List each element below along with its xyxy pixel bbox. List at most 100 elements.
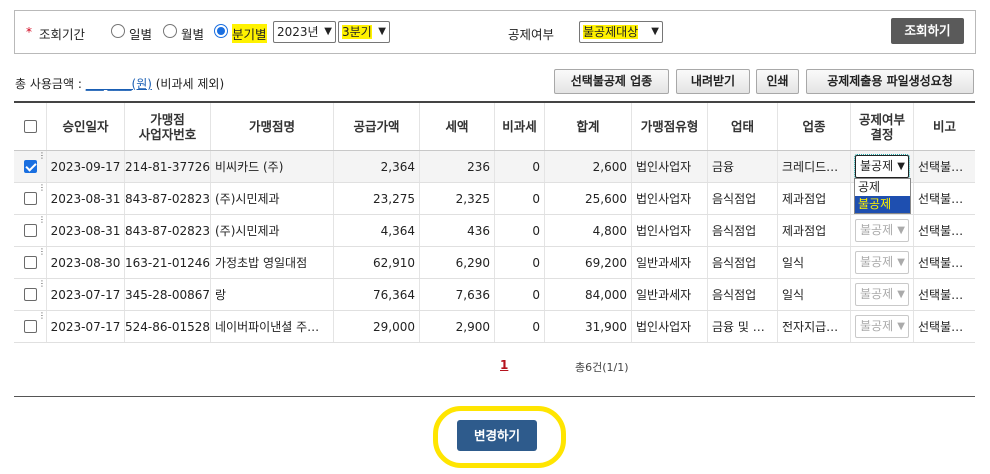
row-name: 가정초밥 영일대점 — [215, 255, 308, 270]
decision-select[interactable]: 불공제 ▼ — [855, 251, 909, 274]
row-tax: 436 — [467, 223, 490, 238]
row-checkbox[interactable] — [23, 192, 37, 205]
row-supply: 2,364 — [380, 159, 415, 174]
row-date-cell: 2023-08-31 — [47, 215, 125, 246]
row-note-cell: 선택불공제 — [914, 151, 975, 182]
row-tax-cell: 436 — [420, 215, 495, 246]
row-category-cell: 전자지급결제 — [778, 311, 851, 342]
row-date-cell: 2023-09-17 — [47, 151, 125, 182]
decision-select-value: 불공제 — [860, 255, 894, 269]
table-row[interactable]: ⋮ 2023-08-31 843-87-02823 (주)시민제과 23,275 2,32… — [14, 183, 975, 215]
download-button[interactable]: 내려받기 — [676, 69, 750, 94]
search-panel: * 조회기간 일별 월별 분기별 2023년 ▼ 3분기 ▼ 공제여부 불공제대… — [14, 10, 976, 54]
row-category-cell: 제과점업 — [778, 183, 851, 214]
row-name-cell: 가정초밥 영일대점 — [211, 247, 334, 278]
row-handle-icon: ⋮ — [38, 215, 46, 224]
table-header: 승인일자 가맹점 사업자번호 가맹점명 공급가액 세액 비과세 합계 가맹점유형… — [14, 103, 975, 151]
row-checkbox[interactable] — [23, 160, 37, 173]
row-category-cell: 크레디드카드 — [778, 151, 851, 182]
record-count: 총6건(1/1) — [575, 361, 629, 374]
row-date-cell: 2023-08-31 — [47, 183, 125, 214]
select-nondeduct-category-button[interactable]: 선택불공제 업종 — [554, 69, 669, 94]
create-submission-file-button[interactable]: 공제제출용 파일생성요청 — [806, 69, 974, 94]
row-note-cell: 선택불공제 — [914, 183, 975, 214]
radio-monthly[interactable] — [163, 24, 177, 38]
total-amount-prefix: 총 사용금액 : — [15, 77, 82, 91]
row-select-cell: ⋮ — [14, 215, 47, 246]
print-button[interactable]: 인쇄 — [756, 69, 799, 94]
select-all-checkbox[interactable] — [23, 120, 37, 133]
radio-quarterly-label[interactable]: 분기별 — [232, 24, 267, 43]
table-row[interactable]: ⋮ 2023-08-31 843-87-02823 (주)시민제과 4,364 436 0 4… — [14, 215, 975, 247]
row-type-cell: 법인사업자 — [632, 311, 708, 342]
radio-monthly-label[interactable]: 월별 — [181, 24, 204, 43]
decision-select-value: 불공제 — [860, 319, 894, 333]
row-note-cell: 선택불공제 — [914, 311, 975, 342]
row-supply: 76,364 — [373, 287, 415, 302]
row-biz-no-cell: 163-21-01246 — [125, 247, 211, 278]
row-checkbox[interactable] — [23, 256, 37, 269]
row-total-cell: 25,600 — [545, 183, 632, 214]
row-biz-type: 음식점업 — [712, 255, 757, 270]
row-biz-type: 금융 — [712, 159, 735, 174]
header-biz-type: 업태 — [708, 103, 778, 150]
row-checkbox[interactable] — [23, 288, 37, 301]
row-category-cell: 일식 — [778, 279, 851, 310]
row-biz-no: 843-87-02823 — [125, 223, 211, 238]
row-biz-no: 843-87-02823 — [125, 191, 211, 206]
dropdown-option-nondeduct[interactable]: 불공제 — [855, 196, 910, 213]
row-tax: 2,900 — [455, 319, 490, 334]
row-tax: 2,325 — [455, 191, 490, 206]
table-row[interactable]: ⋮ 2023-09-17 214-81-37726 비씨카드 (주) 2,364 236 0… — [14, 151, 975, 183]
header-total: 합계 — [545, 103, 632, 150]
row-biz-type-cell: 음식점업 — [708, 279, 778, 310]
decision-select[interactable]: 불공제 ▼ — [855, 315, 909, 338]
row-select-cell: ⋮ — [14, 311, 47, 342]
quarter-select[interactable]: 3분기 ▼ — [338, 21, 390, 43]
row-nontax: 0 — [532, 223, 540, 238]
dropdown-option-deduct[interactable]: 공제 — [855, 179, 910, 196]
row-total: 69,200 — [585, 255, 627, 270]
quarter-select-value: 3분기 — [342, 25, 372, 39]
bottom-divider — [14, 396, 975, 397]
radio-daily-label[interactable]: 일별 — [129, 24, 152, 43]
row-name: 랑 — [215, 287, 227, 302]
row-category: 전자지급결제 — [782, 319, 846, 334]
year-select[interactable]: 2023년 ▼ — [273, 21, 336, 43]
row-biz-type: 금융 및 보험업 — [712, 319, 773, 334]
row-biz-no-cell: 843-87-02823 — [125, 215, 211, 246]
row-biz-no: 524-86-01528 — [125, 319, 211, 334]
row-select-cell: ⋮ — [14, 279, 47, 310]
radio-daily[interactable] — [111, 24, 125, 38]
deduction-select[interactable]: 불공제대상 ▼ — [579, 21, 663, 43]
row-type: 일반과세자 — [636, 255, 692, 270]
header-biz-no: 가맹점 사업자번호 — [125, 103, 211, 150]
row-date: 2023-08-31 — [50, 191, 121, 206]
table-row[interactable]: ⋮ 2023-07-17 345-28-00867 랑 76,364 7,636 0 84,0… — [14, 279, 975, 311]
row-nontax-cell: 0 — [495, 215, 545, 246]
table-row[interactable]: ⋮ 2023-08-30 163-21-01246 가정초밥 영일대점 62,910 6,… — [14, 247, 975, 279]
row-total: 31,900 — [585, 319, 627, 334]
row-checkbox[interactable] — [23, 320, 37, 333]
decision-select[interactable]: 불공제 ▼ — [855, 219, 909, 242]
row-checkbox[interactable] — [23, 224, 37, 237]
row-tax-cell: 7,636 — [420, 279, 495, 310]
row-total: 2,600 — [592, 159, 627, 174]
radio-quarterly[interactable] — [214, 24, 228, 38]
decision-select[interactable]: 불공제 ▼ — [855, 283, 909, 306]
row-total-cell: 69,200 — [545, 247, 632, 278]
row-nontax-cell: 0 — [495, 311, 545, 342]
decision-dropdown-list[interactable]: 공제 불공제 — [854, 178, 911, 214]
change-button[interactable]: 변경하기 — [457, 420, 537, 451]
row-category: 제과점업 — [782, 191, 827, 206]
row-category: 크레디드카드 — [782, 159, 846, 174]
page-link-current[interactable]: 1 — [500, 358, 508, 372]
total-amount-value: ___ ____(원) — [85, 77, 152, 91]
search-button[interactable]: 조회하기 — [891, 18, 964, 44]
row-total: 84,000 — [585, 287, 627, 302]
table-row[interactable]: ⋮ 2023-07-17 524-86-01528 네이버파이낸셜 주식회사 29,00… — [14, 311, 975, 343]
row-category: 일식 — [782, 255, 805, 270]
decision-select[interactable]: 불공제 ▼ — [854, 154, 910, 179]
chevron-down-icon: ▼ — [897, 161, 905, 172]
row-supply: 62,910 — [373, 255, 415, 270]
